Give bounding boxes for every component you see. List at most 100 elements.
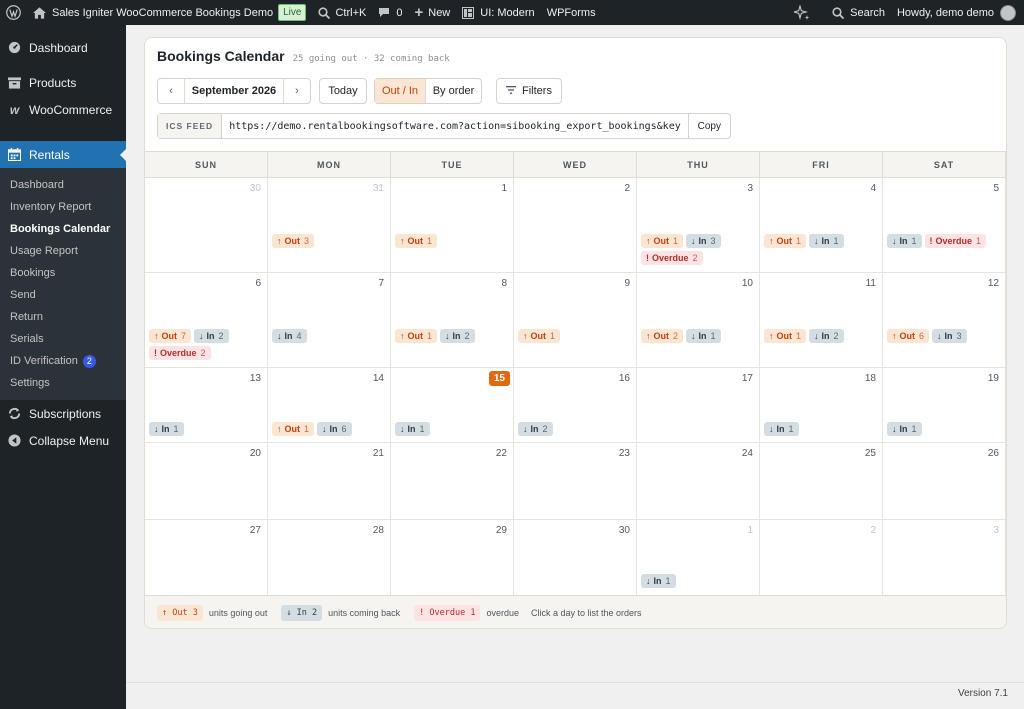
- in-chip[interactable]: ↓ In 1: [395, 422, 430, 436]
- today-button[interactable]: Today: [319, 78, 367, 104]
- account-menu[interactable]: Howdy, demo demo: [891, 0, 1024, 25]
- in-chip[interactable]: ↓ In 1: [887, 422, 922, 436]
- submenu-bookings-calendar[interactable]: Bookings Calendar: [0, 218, 126, 240]
- arrow-down-icon: ↓: [769, 424, 774, 434]
- submenu-dashboard[interactable]: Dashboard: [0, 174, 126, 196]
- calendar-day-cell[interactable]: 9 ↑ Out 1: [514, 273, 637, 368]
- ui-mode-link[interactable]: UI: Modern: [456, 0, 540, 25]
- in-chip[interactable]: ↓ In 2: [440, 329, 475, 343]
- mode-out-in-button[interactable]: Out / In: [375, 79, 426, 103]
- out-chip[interactable]: ↑ Out 3: [272, 234, 315, 248]
- out-chip[interactable]: ↑ Out 1: [764, 329, 807, 343]
- next-month-button[interactable]: ›: [284, 79, 310, 103]
- calendar-day-cell[interactable]: 30: [145, 178, 268, 273]
- new-content-link[interactable]: + New: [408, 0, 456, 25]
- wordpress-logo-icon[interactable]: [0, 0, 27, 25]
- overdue-chip[interactable]: ! Overdue 2: [641, 251, 703, 265]
- calendar-day-cell[interactable]: 22: [391, 443, 514, 520]
- calendar-day-cell[interactable]: 17: [637, 368, 760, 443]
- out-chip[interactable]: ↑ Out 1: [395, 234, 438, 248]
- calendar-day-cell[interactable]: 31 ↑ Out 3: [268, 178, 391, 273]
- calendar-day-cell[interactable]: 7 ↓ In 4: [268, 273, 391, 368]
- submenu-usage-report[interactable]: Usage Report: [0, 240, 126, 262]
- calendar-day-cell[interactable]: 14 ↑ Out 1 ↓ In 6: [268, 368, 391, 443]
- comments-link[interactable]: 0: [372, 0, 408, 25]
- sidebar-item-woocommerce[interactable]: w WooCommerce: [0, 96, 126, 123]
- out-chip[interactable]: ↑ Out 1: [395, 329, 438, 343]
- in-chip[interactable]: ↓ In 1: [641, 574, 676, 588]
- prev-month-button[interactable]: ‹: [158, 79, 184, 103]
- search-link[interactable]: Search: [826, 0, 891, 25]
- in-chip[interactable]: ↓ In 2: [194, 329, 229, 343]
- calendar-day-cell[interactable]: 23: [514, 443, 637, 520]
- out-chip[interactable]: ↑ Out 1: [272, 422, 315, 436]
- calendar-day-cell[interactable]: 19 ↓ In 1: [883, 368, 1006, 443]
- submenu-serials[interactable]: Serials: [0, 328, 126, 350]
- calendar-day-cell[interactable]: 18 ↓ In 1: [760, 368, 883, 443]
- in-chip[interactable]: ↓ In 2: [518, 422, 553, 436]
- overdue-chip[interactable]: ! Overdue 1: [924, 234, 987, 248]
- calendar-day-cell[interactable]: 3: [883, 520, 1006, 596]
- calendar-day-cell[interactable]: 16 ↓ In 2: [514, 368, 637, 443]
- in-chip[interactable]: ↓ In 1: [764, 422, 799, 436]
- calendar-day-cell[interactable]: 26: [883, 443, 1006, 520]
- calendar-day-cell[interactable]: 10 ↑ Out 2 ↓ In 1: [637, 273, 760, 368]
- calendar-day-cell[interactable]: 30: [514, 520, 637, 596]
- in-chip[interactable]: ↓ In 6: [317, 422, 352, 436]
- calendar-day-cell[interactable]: 3 ↑ Out 1 ↓ In 3! Overdue 2: [637, 178, 760, 273]
- out-chip[interactable]: ↑ Out 1: [764, 234, 807, 248]
- calendar-day-cell[interactable]: 24: [637, 443, 760, 520]
- submenu-return[interactable]: Return: [0, 306, 126, 328]
- in-chip[interactable]: ↓ In 1: [149, 422, 184, 436]
- calendar-day-cell[interactable]: 5 ↓ In 1! Overdue 1: [883, 178, 1006, 273]
- in-chip[interactable]: ↓ In 4: [272, 329, 307, 343]
- submenu-bookings[interactable]: Bookings: [0, 262, 126, 284]
- sidebar-item-rentals[interactable]: Rentals: [0, 141, 126, 168]
- submenu-send[interactable]: Send: [0, 284, 126, 306]
- calendar-day-cell[interactable]: 13 ↓ In 1: [145, 368, 268, 443]
- mode-by-order-button[interactable]: By order: [426, 79, 481, 103]
- out-chip[interactable]: ↑ Out 1: [518, 329, 561, 343]
- calendar-day-cell[interactable]: 20: [145, 443, 268, 520]
- out-chip[interactable]: ↑ Out 2: [641, 329, 684, 343]
- out-chip[interactable]: ↑ Out 7: [149, 329, 192, 343]
- calendar-day-cell[interactable]: 28: [268, 520, 391, 596]
- wpforms-link[interactable]: WPForms: [541, 0, 602, 25]
- calendar-day-cell[interactable]: 1 ↑ Out 1: [391, 178, 514, 273]
- calendar-day-cell[interactable]: 2: [760, 520, 883, 596]
- calendar-day-cell[interactable]: 8 ↑ Out 1 ↓ In 2: [391, 273, 514, 368]
- in-chip[interactable]: ↓ In 3: [932, 329, 967, 343]
- calendar-day-cell[interactable]: 12 ↑ Out 6 ↓ In 3: [883, 273, 1006, 368]
- submenu-id-verification[interactable]: ID Verification 2: [0, 350, 126, 372]
- calendar-day-cell[interactable]: 25: [760, 443, 883, 520]
- in-chip[interactable]: ↓ In 1: [809, 234, 844, 248]
- copy-ics-button[interactable]: Copy: [687, 114, 730, 138]
- calendar-day-cell[interactable]: 15 ↓ In 1: [391, 368, 514, 443]
- sidebar-item-products[interactable]: Products: [0, 69, 126, 96]
- overdue-chip[interactable]: ! Overdue 2: [149, 346, 211, 360]
- submenu-inventory-report[interactable]: Inventory Report: [0, 196, 126, 218]
- filters-button[interactable]: Filters: [496, 78, 562, 104]
- calendar-day-cell[interactable]: 11 ↑ Out 1 ↓ In 2: [760, 273, 883, 368]
- calendar-day-cell[interactable]: 4 ↑ Out 1 ↓ In 1: [760, 178, 883, 273]
- sparkle-icon[interactable]: [788, 0, 816, 25]
- in-chip[interactable]: ↓ In 2: [809, 329, 844, 343]
- calendar-day-cell[interactable]: 2: [514, 178, 637, 273]
- in-chip[interactable]: ↓ In 1: [686, 329, 721, 343]
- calendar-day-cell[interactable]: 29: [391, 520, 514, 596]
- in-chip[interactable]: ↓ In 1: [887, 234, 922, 248]
- calendar-day-cell[interactable]: 6 ↑ Out 7 ↓ In 2! Overdue 2: [145, 273, 268, 368]
- submenu-settings[interactable]: Settings: [0, 372, 126, 394]
- out-chip[interactable]: ↑ Out 6: [887, 329, 930, 343]
- command-palette-button[interactable]: Ctrl+K: [312, 0, 372, 25]
- collapse-menu-button[interactable]: Collapse Menu: [0, 427, 126, 454]
- sidebar-item-dashboard[interactable]: Dashboard: [0, 34, 126, 61]
- calendar-day-cell[interactable]: 21: [268, 443, 391, 520]
- sidebar-item-subscriptions[interactable]: Subscriptions: [0, 400, 126, 427]
- calendar-day-cell[interactable]: 27: [145, 520, 268, 596]
- calendar-day-cell[interactable]: 1 ↓ In 1: [637, 520, 760, 596]
- in-chip[interactable]: ↓ In 3: [686, 234, 721, 248]
- site-name-link[interactable]: Sales Igniter WooCommerce Bookings Demo …: [27, 0, 312, 25]
- ics-feed-url-field[interactable]: https://demo.rentalbookingsoftware.com?a…: [222, 114, 687, 138]
- out-chip[interactable]: ↑ Out 1: [641, 234, 684, 248]
